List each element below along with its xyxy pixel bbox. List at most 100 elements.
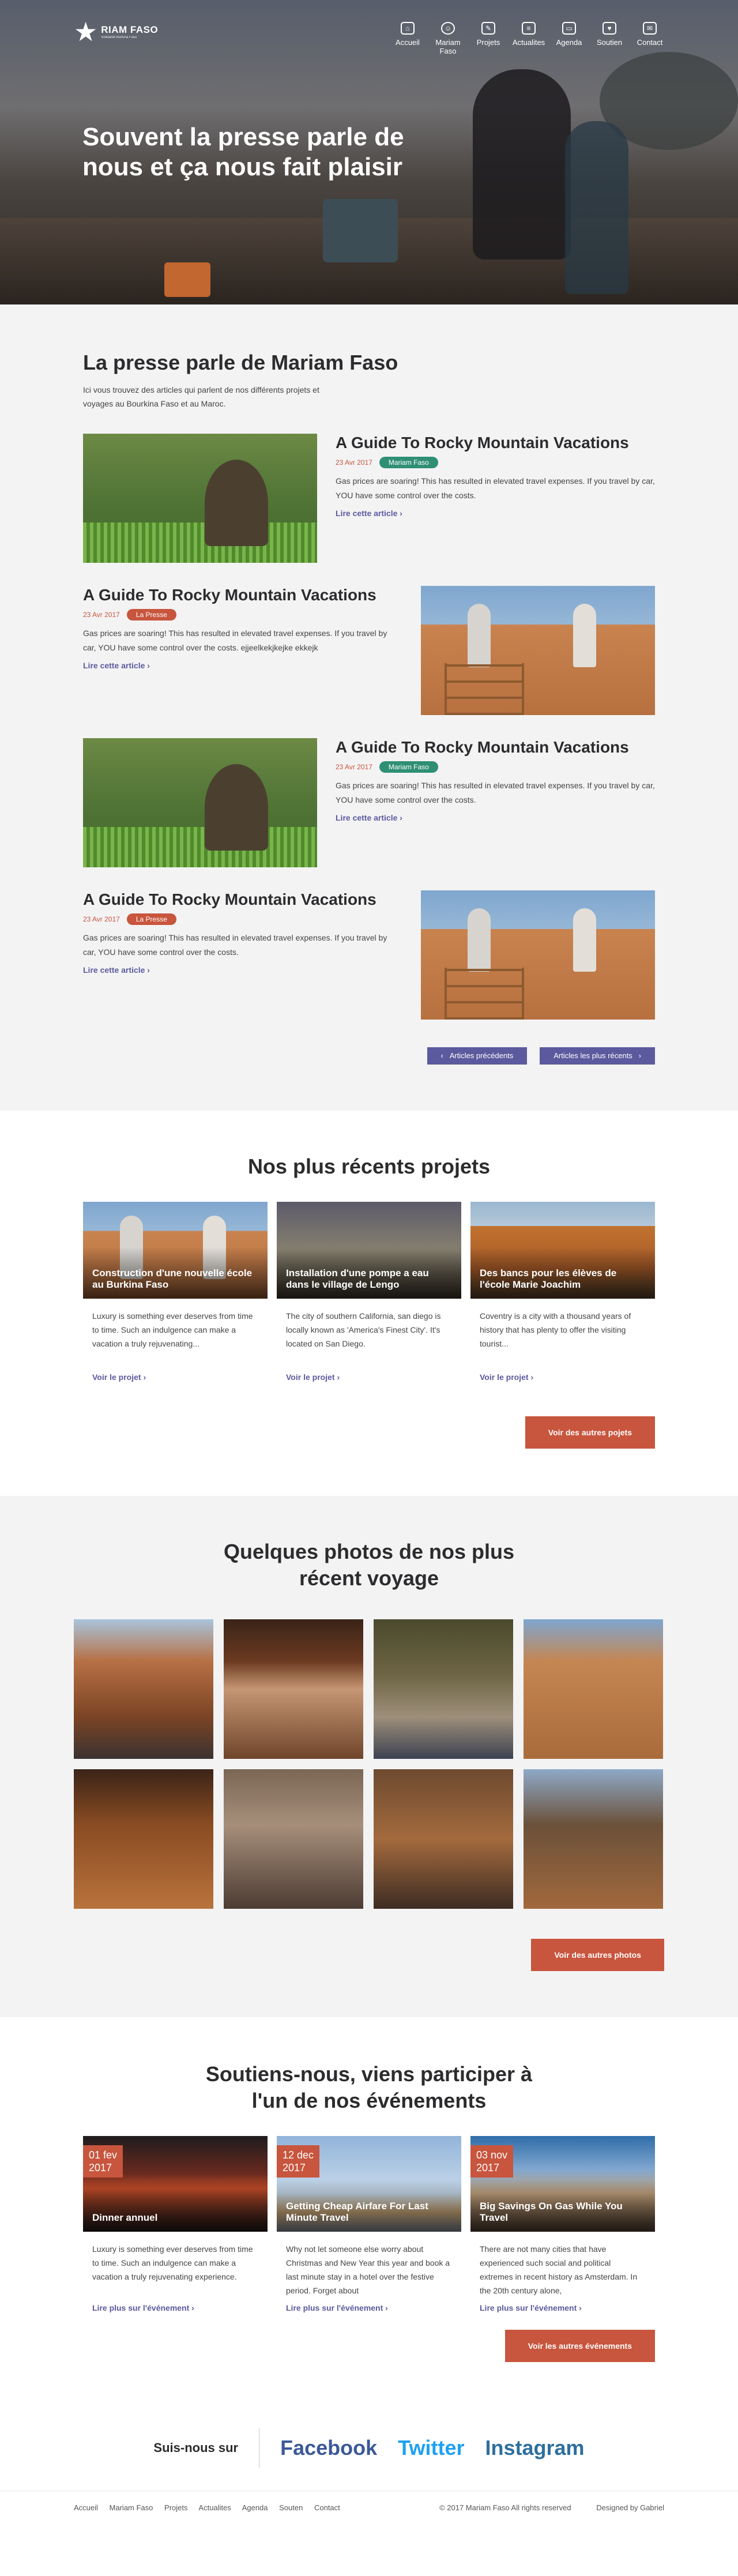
article-title[interactable]: A Guide To Rocky Mountain Vacations [83,586,389,604]
project-card: Construction d'une nouvelle école au Bur… [83,1202,268,1383]
event-more-link[interactable]: Lire plus sur l'événement › [480,2303,582,2312]
twitter-link[interactable]: Twitter [398,2436,464,2460]
link-label: Lire cette article [83,965,145,975]
hero-person-2 [565,121,628,294]
project-caption: Installation d'une pompe a eau dans le v… [286,1268,429,1290]
event-year: 2017 [283,2162,306,2173]
section-title: Soutiens-nous, viens participer à l'un d… [205,2062,533,2112]
nav-item-soutien[interactable]: ♥ Soutien [589,22,630,55]
article-photo[interactable] [83,738,317,867]
footer-link[interactable]: Contact [314,2503,340,2512]
project-image[interactable]: Des bancs pour les élèves de l'école Mar… [470,1202,655,1299]
article-title[interactable]: A Guide To Rocky Mountain Vacations [83,890,389,909]
article-badge: Mariam Faso [379,761,438,773]
gallery-photo[interactable] [74,1769,213,1909]
chevron-right-icon: › [191,2303,194,2312]
link-label: Lire cette article [83,661,145,670]
nav-item-agenda[interactable]: ▭ Agenda [549,22,589,55]
gallery-photo[interactable] [524,1619,663,1759]
event-more-link[interactable]: Lire plus sur l'événement › [92,2303,194,2312]
view-project-link[interactable]: Voir le projet › [286,1372,340,1382]
project-card: Installation d'une pompe a eau dans le v… [277,1202,461,1383]
press-article: A Guide To Rocky Mountain Vacations 23 A… [83,586,655,715]
event-more-link[interactable]: Lire plus sur l'événement › [286,2303,388,2312]
site-logo[interactable]: ★ RIAM FASO Solidarité Burkina Faso [74,18,158,45]
home-icon: ⌂ [401,22,415,35]
next-articles-button[interactable]: Articles les plus récents › [540,1047,655,1065]
footer-link[interactable]: Agenda [242,2503,268,2512]
view-project-link[interactable]: Voir le projet › [480,1372,533,1382]
event-image[interactable]: 03 nov 2017 Big Savings On Gas While You … [470,2136,655,2232]
hero-banner: ★ RIAM FASO Solidarité Burkina Faso ⌂ Acc… [0,0,738,304]
chevron-right-icon: › [337,1372,340,1382]
article-title[interactable]: A Guide To Rocky Mountain Vacations [336,738,655,757]
nav-item-accueil[interactable]: ⌂ Accueil [387,22,428,55]
article-text: Gas prices are soaring! This has resulte… [83,629,387,652]
read-article-link[interactable]: Lire cette article › [83,661,150,670]
nav-item-actualites[interactable]: ≡ Actualites [509,22,549,55]
footer-link[interactable]: Projets [164,2503,187,2512]
nav-label: Mariam Faso [435,38,461,55]
footer-link[interactable]: Souten [279,2503,303,2512]
project-image[interactable]: Installation d'une pompe a eau dans le v… [277,1202,461,1299]
project-image[interactable]: Construction d'une nouvelle école au Bur… [83,1202,268,1299]
event-text: Why not let someone else worry about Chr… [286,2244,450,2295]
article-date: 23 Avr 2017 [83,611,120,619]
pen-icon: ✎ [481,22,495,35]
nav-item-mariam-faso[interactable]: ☺ Mariam Faso [428,22,468,55]
press-article: A Guide To Rocky Mountain Vacations 23 A… [83,738,655,867]
event-day: 12 dec [283,2149,314,2161]
press-article: A Guide To Rocky Mountain Vacations 23 A… [83,890,655,1020]
chevron-left-icon: ‹ [440,1051,443,1060]
previous-articles-button[interactable]: ‹ Articles précédents [427,1047,528,1065]
gallery-photo[interactable] [224,1769,363,1909]
facebook-link[interactable]: Facebook [280,2436,377,2460]
event-card: 01 fev 2017 Dinner annuel Luxury is somet… [83,2136,268,2314]
article-photo[interactable] [421,890,655,1020]
footer-legal: © 2017 Mariam Faso All rights reserved D… [416,2503,664,2512]
gallery-photo[interactable] [374,1769,513,1909]
article-title[interactable]: A Guide To Rocky Mountain Vacations [336,434,655,452]
nav-item-projets[interactable]: ✎ Projets [468,22,509,55]
read-article-link[interactable]: Lire cette article › [83,965,150,975]
event-image[interactable]: 01 fev 2017 Dinner annuel [83,2136,268,2232]
footer-link[interactable]: Accueil [74,2503,98,2512]
footer-link[interactable]: Actualites [198,2503,231,2512]
button-label: Articles précédents [449,1051,514,1060]
nav-item-contact[interactable]: ✉ Contact [630,22,670,55]
photo-grid [74,1619,664,1909]
event-image[interactable]: 12 dec 2017 Getting Cheap Airfare For Las… [277,2136,461,2232]
gallery-photo[interactable] [74,1619,213,1759]
bag-icon: ♥ [603,22,616,35]
article-badge: La Presse [126,609,176,621]
smile-icon: ☺ [441,22,455,35]
instagram-link[interactable]: Instagram [485,2436,585,2460]
gallery-photo[interactable] [374,1619,513,1759]
footer-link[interactable]: Mariam Faso [110,2503,153,2512]
chevron-right-icon: › [579,2303,582,2312]
more-events-button[interactable]: Voir les autres événements [504,2330,655,2362]
nav-label: Accueil [396,38,420,47]
article-photo[interactable] [421,586,655,715]
project-text: Luxury is something ever deserves from t… [92,1311,253,1348]
social-label: Suis-nous sur [153,2427,260,2468]
article-photo[interactable] [83,434,317,563]
nav-label: Projets [476,38,500,47]
view-project-link[interactable]: Voir le projet › [92,1372,146,1382]
article-badge: La Presse [126,913,176,925]
gallery-photo[interactable] [224,1619,363,1759]
read-article-link[interactable]: Lire cette article › [336,509,402,518]
event-text: There are not many cities that have expe… [480,2244,638,2295]
project-text: The city of southern California, san die… [286,1311,441,1348]
project-cards: Construction d'une nouvelle école au Bur… [83,1202,655,1383]
project-caption: Construction d'une nouvelle école au Bur… [92,1268,253,1290]
article-date: 23 Avr 2017 [336,458,372,467]
read-article-link[interactable]: Lire cette article › [336,813,402,822]
chevron-right-icon: › [143,1372,146,1382]
gallery-photo[interactable] [524,1769,663,1909]
article-text: Gas prices are soaring! This has resulte… [336,476,655,500]
more-photos-button[interactable]: Voir des autres photos [531,1939,664,1971]
event-date-badge: 01 fev 2017 [83,2145,123,2178]
more-projects-button[interactable]: Voir des autres pojets [525,1416,655,1449]
article-date: 23 Avr 2017 [83,915,120,923]
